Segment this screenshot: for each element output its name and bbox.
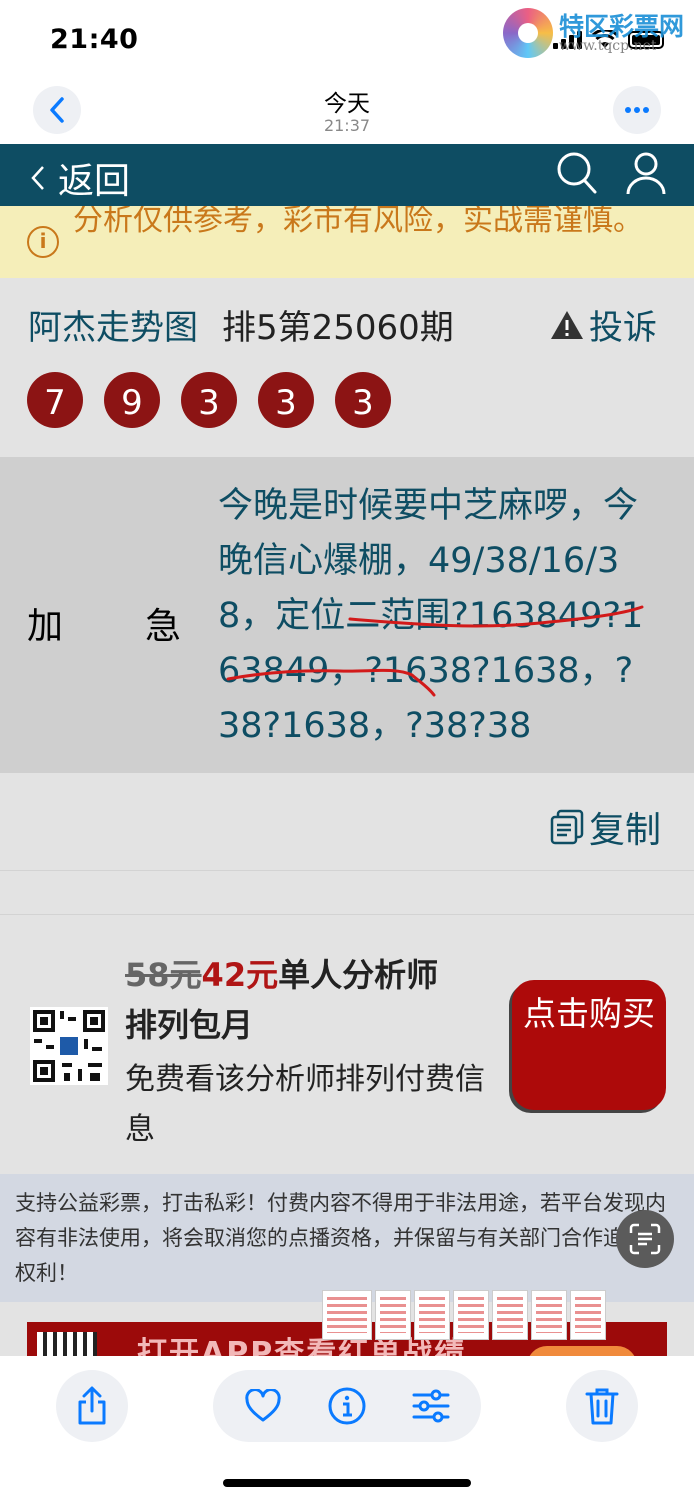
watermark-url: www.tqcp.net — [558, 37, 657, 54]
photo-toolbar — [0, 1356, 694, 1500]
disclaimer-box: 支持公益彩票，打击私彩！付费内容不得用于非法用途，若平台发现内容有非法使用，将会… — [0, 1174, 694, 1302]
share-button[interactable] — [56, 1370, 128, 1442]
copy-label: 复制 — [589, 810, 662, 851]
post-title-row: 阿杰走势图 排5第25060期 投诉 — [0, 278, 694, 374]
screenshot-content: 返回 i 分析仅供参考，彩市有风险，实战需谨慎。 阿杰走势图 排5第25060期… — [0, 144, 694, 1356]
complain-label: 投诉 — [589, 308, 657, 348]
user-icon[interactable] — [624, 150, 668, 196]
promo-title: 单人分析师 — [278, 956, 439, 994]
trash-icon — [585, 1388, 619, 1425]
banner-action-button[interactable] — [527, 1346, 637, 1356]
copy-button[interactable]: 复制 — [549, 801, 661, 853]
photo-date-title: 今天 — [324, 91, 370, 117]
info-circle-icon: i — [27, 226, 59, 258]
banner-qr-icon — [37, 1332, 97, 1356]
watermark-title: 特区彩票网 — [558, 11, 684, 41]
copy-icon — [550, 809, 584, 845]
thumbnail[interactable] — [453, 1290, 489, 1340]
new-price: 42元 — [201, 956, 279, 994]
red-annotation-strokes — [226, 605, 644, 697]
chevron-left-icon — [31, 166, 44, 190]
ellipsis-icon — [625, 107, 649, 113]
info-button[interactable] — [325, 1384, 369, 1428]
risk-notice-banner: i 分析仅供参考，彩市有风险，实战需谨慎。 — [0, 206, 694, 278]
result-ball: 3 — [258, 372, 314, 428]
buy-button[interactable]: 点击购买 — [512, 980, 666, 1110]
favorite-button[interactable] — [241, 1384, 285, 1428]
thumbnail[interactable] — [414, 1290, 450, 1340]
info-icon — [328, 1387, 366, 1425]
promo-price-line: 58元42元单人分析师 — [125, 950, 438, 996]
thumbnail[interactable] — [492, 1290, 528, 1340]
copy-row: 复制 — [0, 773, 694, 871]
draw-result-balls: 7 9 3 3 3 — [27, 372, 391, 428]
delete-button[interactable] — [566, 1370, 638, 1442]
share-icon — [78, 1386, 106, 1425]
thumbnail[interactable] — [322, 1290, 372, 1340]
site-logo-icon — [502, 8, 553, 58]
author-link[interactable]: 阿杰走势图 — [28, 300, 198, 349]
promo-subtitle: 排列包月 — [125, 1006, 254, 1044]
subscription-promo: 58元42元单人分析师 排列包月 免费看该分析师排列付费信息 点击购买 — [0, 914, 694, 1174]
qr-code-icon — [30, 1007, 108, 1085]
nav-back-label: 返回 — [58, 161, 131, 202]
thumbnail[interactable] — [375, 1290, 411, 1340]
search-icon[interactable] — [555, 150, 599, 196]
live-text-button[interactable] — [616, 1210, 674, 1268]
disclaimer-text: 支持公益彩票，打击私彩！付费内容不得用于非法用途，若平台发现内容有非法使用，将会… — [15, 1191, 666, 1285]
site-navbar: 返回 — [0, 144, 694, 206]
thumbnail[interactable] — [570, 1290, 606, 1340]
status-time: 21:40 — [50, 24, 139, 55]
edit-button[interactable] — [409, 1384, 453, 1428]
toolbar-center-group — [213, 1370, 481, 1442]
sliders-icon — [412, 1389, 450, 1423]
more-button[interactable] — [613, 86, 661, 134]
promo-description: 免费看该分析师排列付费信息 — [125, 1062, 485, 1147]
status-bar: 21:40 特区彩票网 www.tqcp.net — [0, 0, 694, 80]
heart-icon — [245, 1389, 281, 1422]
photo-time-subtitle: 21:37 — [323, 116, 371, 135]
result-ball: 3 — [335, 372, 391, 428]
image-thumbnails — [322, 1290, 606, 1340]
complain-button[interactable]: 投诉 — [549, 300, 657, 349]
home-indicator — [223, 1479, 471, 1487]
result-ball: 7 — [27, 372, 83, 428]
old-price: 58元 — [125, 956, 202, 994]
result-ball: 3 — [181, 372, 237, 428]
issue-title: 排5第25060期 — [222, 308, 454, 348]
result-ball: 9 — [104, 372, 160, 428]
warning-icon — [551, 310, 583, 339]
live-text-scan-icon — [629, 1223, 661, 1255]
site-watermark: 特区彩票网 www.tqcp.net — [502, 8, 684, 58]
risk-notice-text: 分析仅供参考，彩市有风险，实战需谨慎。 — [73, 206, 643, 238]
photo-viewer-header: 今天 21:37 — [0, 80, 694, 144]
thumbnail[interactable] — [531, 1290, 567, 1340]
post-content-box: 加 急 今晚是时候要中芝麻啰，今晚信心爆棚，49/38/16/38，定位二范围?… — [0, 457, 694, 773]
nav-back-button[interactable]: 返回 — [28, 152, 130, 204]
